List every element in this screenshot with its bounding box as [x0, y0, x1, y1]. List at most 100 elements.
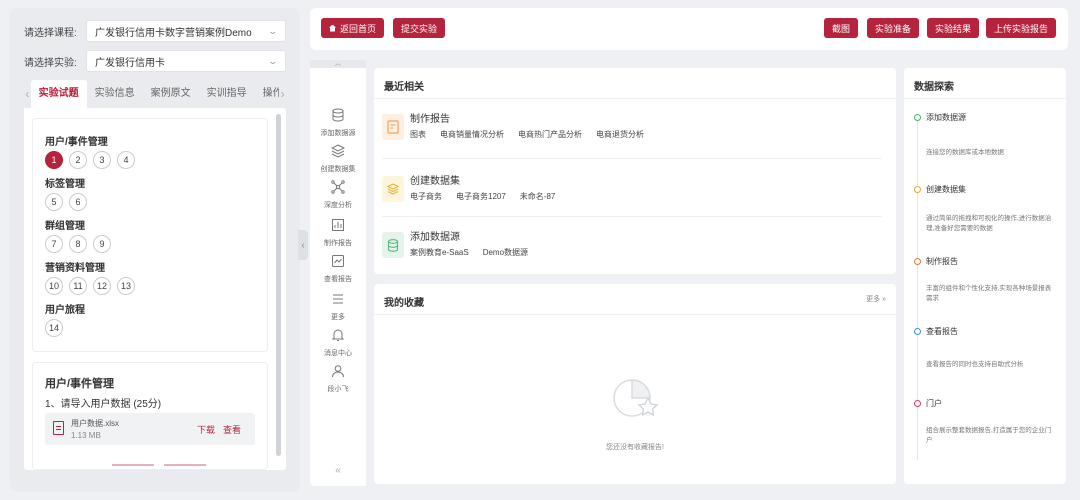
- recent-link[interactable]: 电子商务: [410, 191, 442, 202]
- experiment-result-button[interactable]: 实验结果: [927, 18, 980, 38]
- rail-deep-analysis[interactable]: 深度分析: [310, 180, 366, 210]
- recent-link[interactable]: 案例教育e-SaaS: [410, 247, 469, 258]
- timeline-dot: [914, 258, 921, 265]
- tab-operation-video[interactable]: 操作视频: [255, 80, 280, 108]
- divider: [904, 98, 1066, 99]
- layers-icon: [330, 144, 346, 158]
- step-title[interactable]: 门户: [926, 398, 942, 409]
- tab-experiment-info[interactable]: 实验信息: [87, 80, 143, 108]
- question-number[interactable]: 1: [45, 151, 63, 169]
- secondary-button[interactable]: [112, 464, 154, 470]
- favorites-title: 我的收藏: [384, 298, 424, 309]
- course-label: 请选择课程:: [24, 27, 77, 39]
- screenshot-button[interactable]: 截图: [824, 18, 859, 38]
- rail-create-dataset[interactable]: 创建数据集: [310, 144, 366, 174]
- icon-rail: ︿ 添加数据源 创建数据集 深度分析 制作报告 查看报告 更多 消息中心 段小飞…: [310, 60, 366, 486]
- recent-item-dataset[interactable]: 创建数据集 电子商务 电子商务1207 未命名-87: [382, 168, 882, 222]
- recent-link[interactable]: 电子商务1207: [456, 191, 506, 202]
- question-number[interactable]: 5: [45, 193, 63, 211]
- tab-case-original[interactable]: 案例原文: [143, 80, 199, 108]
- question-number[interactable]: 9: [93, 235, 111, 253]
- rail-label: 深度分析: [324, 202, 352, 209]
- rail-add-datasource[interactable]: 添加数据源: [310, 108, 366, 138]
- question-navigator: 用户/事件管理 1 2 3 4 标签管理 5 6 群组管理 7 8 9 营销资料…: [32, 118, 268, 352]
- recent-link[interactable]: 电商热门产品分析: [518, 129, 582, 140]
- scrollbar[interactable]: [276, 114, 281, 456]
- recent-item-report[interactable]: 制作报告 图表 电商销量情况分析 电商热门产品分析 电商退货分析: [382, 106, 882, 160]
- recent-link[interactable]: 未命名-87: [520, 191, 556, 202]
- question-number[interactable]: 13: [117, 277, 135, 295]
- chevron-up-icon[interactable]: ︿: [310, 60, 366, 68]
- tab-experiment-questions[interactable]: 实验试题: [30, 80, 87, 108]
- collapse-panel-icon[interactable]: ‹: [298, 230, 308, 260]
- timeline-dot: [914, 328, 921, 335]
- experiment-label: 请选择实验:: [24, 57, 77, 69]
- rail-user[interactable]: 段小飞: [310, 364, 366, 394]
- experiment-select-value: 广发银行信用卡: [95, 57, 165, 69]
- category-title: 用户旅程: [45, 305, 85, 316]
- question-text: 1、请导入用户数据 (25分): [45, 399, 162, 410]
- experiment-select[interactable]: 广发银行信用卡 ⌄: [86, 50, 286, 72]
- question-number[interactable]: 14: [45, 319, 63, 337]
- file-size: 1.13 MB: [71, 431, 101, 440]
- experiment-select-row: 请选择实验: 广发银行信用卡 ⌄: [24, 50, 286, 72]
- question-numbers: 10 11 12 13: [45, 277, 135, 295]
- question-number[interactable]: 2: [69, 151, 87, 169]
- recent-item-datasource[interactable]: 添加数据源 案例教育e-SaaS Demo数据源: [382, 224, 882, 278]
- question-number[interactable]: 10: [45, 277, 63, 295]
- question-number[interactable]: 6: [69, 193, 87, 211]
- upload-label: 上传实验报告: [994, 23, 1049, 34]
- recent-item-title: 添加数据源: [410, 232, 460, 243]
- more-link[interactable]: 更多 »: [866, 294, 886, 304]
- database-icon: [382, 232, 404, 258]
- rail-label: 添加数据源: [320, 130, 356, 137]
- question-number[interactable]: 4: [117, 151, 135, 169]
- menu-icon: [333, 294, 343, 304]
- timeline-dot: [914, 186, 921, 193]
- recent-link[interactable]: 图表: [410, 129, 426, 140]
- experiment-prepare-button[interactable]: 实验准备: [867, 18, 920, 38]
- view-link[interactable]: 查看: [223, 423, 241, 436]
- rail-make-report[interactable]: 制作报告: [310, 218, 366, 248]
- report-icon: [332, 255, 344, 267]
- empty-state-icon: [613, 379, 659, 417]
- screenshot-label: 截图: [832, 23, 851, 34]
- recent-link[interactable]: 电商销量情况分析: [440, 129, 504, 140]
- question-number[interactable]: 12: [93, 277, 111, 295]
- primary-button[interactable]: [164, 464, 206, 470]
- step-title[interactable]: 创建数据集: [926, 184, 966, 195]
- prepare-label: 实验准备: [875, 23, 912, 34]
- course-select[interactable]: 广发银行信用卡数字营销案例Demo ⌄: [86, 20, 286, 42]
- question-number[interactable]: 3: [93, 151, 111, 169]
- step-desc: 连接您的数据库或本地数据: [926, 149, 1004, 156]
- explore-title: 数据探索: [914, 82, 954, 93]
- double-chevron-left-icon[interactable]: «: [310, 465, 366, 476]
- rail-message-center[interactable]: 消息中心: [310, 328, 366, 358]
- question-number[interactable]: 7: [45, 235, 63, 253]
- category-title: 用户/事件管理: [45, 137, 108, 148]
- data-explore-panel: 数据探索 添加数据源 连接您的数据库或本地数据 创建数据集 通过简单的拖拽和可视…: [904, 68, 1066, 484]
- question-number[interactable]: 8: [69, 235, 87, 253]
- tab-scroll-right-icon[interactable]: ›: [279, 87, 286, 101]
- rail-more[interactable]: 更多: [310, 292, 366, 322]
- tab-training-guide[interactable]: 实训指导: [199, 80, 255, 108]
- rail-view-report[interactable]: 查看报告: [310, 254, 366, 284]
- home-icon: [329, 24, 336, 32]
- download-link[interactable]: 下载: [197, 423, 215, 436]
- rail-label: 更多: [331, 314, 345, 321]
- step-title[interactable]: 制作报告: [926, 256, 958, 267]
- divider: [374, 314, 896, 315]
- step-title[interactable]: 查看报告: [926, 326, 958, 337]
- upload-report-button[interactable]: 上传实验报告: [986, 18, 1057, 38]
- recent-link[interactable]: Demo数据源: [483, 247, 528, 258]
- step-desc: 通过简单的拖拽和可视化的操作,进行数据治理,准备好您需要的数据: [926, 215, 1052, 232]
- home-button[interactable]: 返回首页: [321, 18, 385, 38]
- submit-experiment-button[interactable]: 提交实验: [393, 18, 446, 38]
- tab-scroll-left-icon[interactable]: ‹: [24, 87, 31, 101]
- database-icon: [332, 108, 344, 122]
- recent-link[interactable]: 电商退货分析: [596, 129, 644, 140]
- question-numbers: 1 2 3 4: [45, 151, 135, 169]
- home-button-label: 返回首页: [340, 23, 377, 34]
- step-title[interactable]: 添加数据源: [926, 112, 966, 123]
- question-number[interactable]: 11: [69, 277, 87, 295]
